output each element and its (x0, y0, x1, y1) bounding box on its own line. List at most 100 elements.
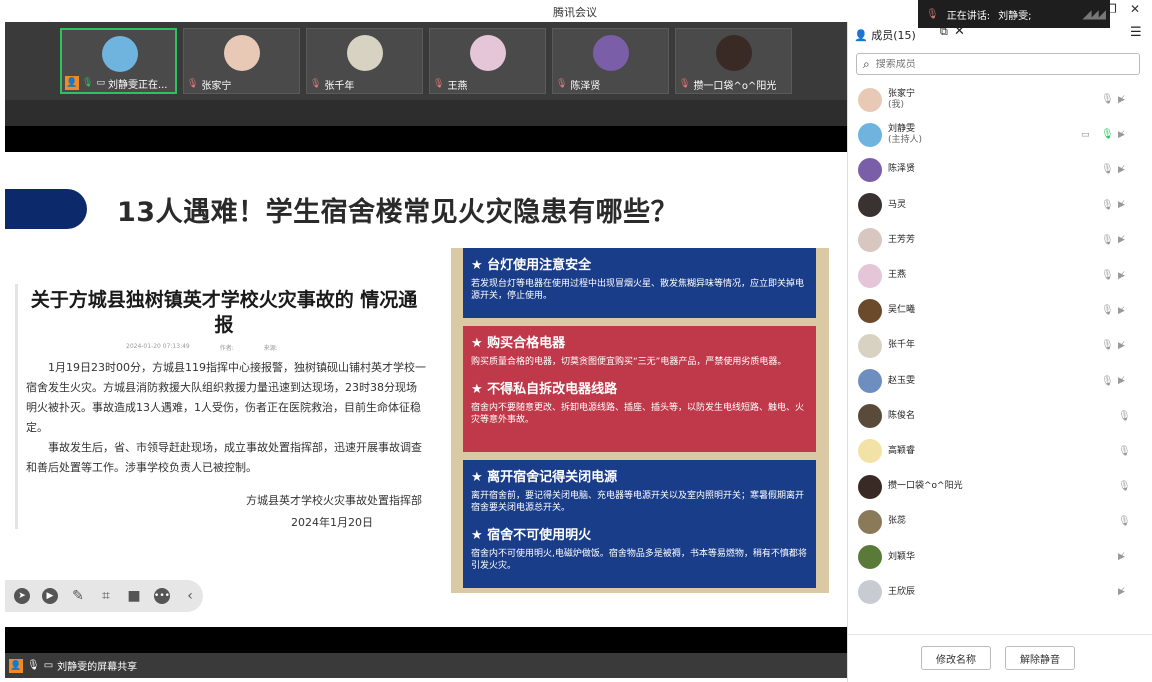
notice-signature: 方城县英才学校火灾事故处置指挥部 (246, 494, 422, 507)
video-tile[interactable]: 🎙 王燕 (429, 28, 546, 94)
member-row[interactable]: 刘颖华 ▶̸ (848, 539, 1152, 574)
member-name: 张家宁 (888, 88, 916, 99)
video-tile[interactable]: 🎙 攒一口袋^o^阳光 (675, 28, 792, 94)
camera-off-icon[interactable]: ▶̸ (1118, 341, 1125, 351)
camera-off-icon[interactable]: ▶̸ (1118, 95, 1125, 105)
mic-muted-icon[interactable]: 🎙 (1101, 200, 1114, 211)
mic-muted-icon[interactable]: 🎙 (1101, 235, 1114, 246)
mic-muted-icon[interactable]: 🎙 (1118, 411, 1131, 422)
avatar (858, 157, 882, 182)
member-name-block: 陈泽贤 (888, 164, 915, 175)
camera-off-icon[interactable]: ▶̸ (1118, 235, 1125, 245)
camera-off-icon[interactable]: ▶̸ (1118, 130, 1125, 140)
member-row[interactable]: 攒一口袋^o^阳光 🎙 (848, 469, 1152, 504)
tip-text: 若发现台灯等电器在使用过程中出现冒烟火星、散发焦糊异味等情况，应立即关掉电源开关… (471, 279, 805, 301)
search-icon: ⌕ (863, 56, 870, 71)
member-name-block: 赵玉雯 (888, 376, 915, 387)
video-tile[interactable]: 🎙 陈泽贤 (552, 28, 669, 94)
member-row[interactable]: 张千年 🎙 ▶̸ (848, 328, 1152, 363)
member-row[interactable]: 张蕊 🎙 (848, 504, 1152, 539)
mic-muted-icon[interactable]: 🎙 (1101, 376, 1114, 387)
more-icon[interactable]: ••• (154, 588, 170, 604)
incident-notice: 关于方城县独树镇英才学校火灾事故的 情况通报 2024-01-20 07:13:… (15, 284, 427, 529)
member-row[interactable]: 刘静雯 (主持人) ▭ 🎙 ▶̸ (848, 117, 1152, 152)
member-name: 刘颖华 (888, 551, 916, 562)
pointer-icon[interactable]: ➤ (14, 588, 30, 604)
notice-title: 关于方城县独树镇英才学校火灾事故的 情况通报 (30, 289, 418, 336)
member-row[interactable]: 吴仁曦 🎙 ▶̸ (848, 293, 1152, 328)
members-icon: 👤 (854, 29, 868, 42)
member-search[interactable]: ⌕ (856, 53, 1140, 75)
video-tile[interactable]: 🎙 张家宁 (183, 28, 300, 94)
slide-headline: 13人遇难！学生宿舍楼常见火灾隐患有哪些？ (117, 197, 679, 228)
mic-muted-icon[interactable]: 🎙 (1101, 270, 1114, 281)
tile-label: 🎙 王燕 (430, 75, 545, 93)
mic-muted-icon: 🎙 (679, 79, 691, 89)
screen-share-icon: ▭ (43, 660, 54, 671)
mic-muted-icon[interactable]: 🎙 (1118, 481, 1131, 492)
member-name-block: 王燕 (888, 270, 906, 281)
play-icon[interactable]: ▶ (42, 588, 58, 604)
avatar (102, 36, 138, 72)
collapse-icon[interactable]: ‹ (182, 588, 198, 604)
tip-text: 宿舍内不要随意更改、拆卸电源线路、插座、插头等，以防发生电线短路、触电、火灾等意… (471, 403, 805, 425)
member-row[interactable]: 赵玉雯 🎙 ▶̸ (848, 364, 1152, 399)
camera-off-icon[interactable]: ▶̸ (1118, 200, 1125, 210)
screenshot-icon[interactable]: ⌗ (98, 588, 114, 604)
video-tile[interactable]: 👤 🎙 ▭ 刘静雯正在... (60, 28, 177, 94)
member-row[interactable]: 王芳芳 🎙 ▶̸ (848, 223, 1152, 258)
letterbox-top (5, 126, 847, 152)
member-row[interactable]: 王欣辰 ▶̸ (848, 575, 1152, 610)
avatar (858, 545, 882, 570)
mic-muted-icon[interactable]: 🎙 (1101, 340, 1114, 351)
menu-icon[interactable]: ☰ (1130, 25, 1142, 40)
tile-label: 🎙 张千年 (307, 75, 422, 93)
camera-off-icon[interactable]: ▶̸ (1118, 271, 1125, 281)
camera-off-icon[interactable]: ▶̸ (1118, 165, 1125, 175)
rename-button[interactable]: 修改名称 (921, 646, 991, 670)
avatar (858, 404, 882, 429)
mic-muted-icon[interactable]: 🎙 (1101, 305, 1114, 316)
notice-body: 1月19日23时00分，方城县119指挥中心接报警，独树镇砚山铺村英才学校一宿舍… (26, 358, 426, 478)
member-name-block: 马灵 (888, 200, 906, 211)
pen-icon[interactable]: ✎ (70, 588, 86, 604)
mic-muted-icon: 🎙 (556, 79, 568, 89)
member-row[interactable]: 马灵 🎙 ▶̸ (848, 188, 1152, 223)
avatar (858, 580, 882, 605)
mic-on-icon[interactable]: 🎙 (1101, 129, 1114, 140)
avatar (858, 263, 882, 288)
avatar (224, 35, 260, 71)
member-row[interactable]: 陈俊名 🎙 (848, 399, 1152, 434)
mic-on-icon: 🎙 (82, 78, 94, 88)
video-tile[interactable]: 🎙 张千年 (306, 28, 423, 94)
camera-off-icon[interactable]: ▶̸ (1118, 306, 1125, 316)
unmute-button[interactable]: 解除静音 (1005, 646, 1075, 670)
app-title: 腾讯会议 (553, 6, 597, 19)
tip-text: 购买质量合格的电器，切莫贪图便宜购买“三无”电器产品，严禁使用劣质电器。 (471, 357, 787, 367)
camera-off-icon[interactable]: ▶̸ (1118, 552, 1125, 562)
mic-muted-icon[interactable]: 🎙 (1101, 94, 1114, 105)
tile-name: 陈泽贤 (570, 80, 601, 92)
notice-date-time: 2024-01-20 07:13:49 (126, 343, 190, 350)
tile-label: 🎙 攒一口袋^o^阳光 (676, 75, 791, 93)
member-search-input[interactable] (875, 58, 1116, 70)
member-row[interactable]: 高颖睿 🎙 (848, 434, 1152, 469)
mic-on-icon: 🎙 (27, 660, 40, 671)
notice-author: 作者: (219, 345, 234, 352)
mic-muted-icon[interactable]: 🎙 (1101, 164, 1114, 175)
mic-muted-icon[interactable]: 🎙 (1118, 446, 1131, 457)
member-row[interactable]: 王燕 🎙 ▶̸ (848, 258, 1152, 293)
member-row[interactable]: 张家宁 (我) 🎙 ▶̸ (848, 82, 1152, 117)
camera-off-icon[interactable]: ▶̸ (1118, 587, 1125, 597)
member-name: 刘静雯 (888, 123, 916, 134)
members-footer: 修改名称 解除静音 (848, 634, 1152, 682)
letterbox-bottom (5, 627, 847, 653)
tile-label: 🎙 张家宁 (184, 75, 299, 93)
close-icon[interactable]: ✕ (1130, 2, 1140, 16)
camera-icon[interactable]: ■ (126, 588, 142, 604)
tile-name: 攒一口袋^o^阳光 (693, 80, 777, 92)
member-name: 陈泽贤 (888, 164, 916, 175)
mic-muted-icon[interactable]: 🎙 (1118, 516, 1131, 527)
camera-off-icon[interactable]: ▶̸ (1118, 376, 1125, 386)
member-row[interactable]: 陈泽贤 🎙 ▶̸ (848, 152, 1152, 187)
